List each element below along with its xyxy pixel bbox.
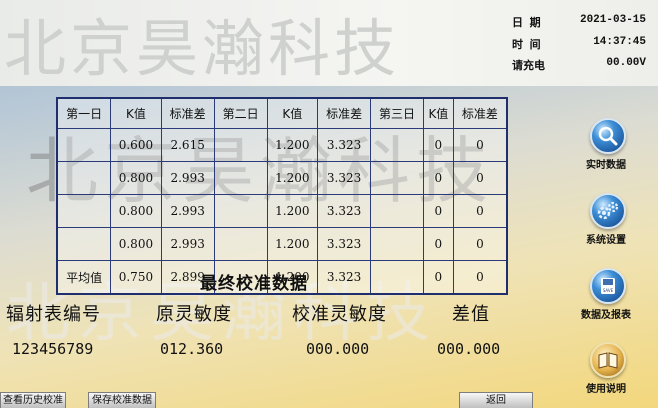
table-cell: 0 xyxy=(452,227,508,261)
save-icon: SAVE xyxy=(590,268,626,304)
header-k1: K值 xyxy=(110,97,162,129)
header-std3: 标准差 xyxy=(452,97,508,129)
table-cell xyxy=(370,128,424,162)
table-cell: 0 xyxy=(422,194,454,228)
book-icon xyxy=(590,342,626,378)
battery-row: 请充电 00.00V xyxy=(512,57,652,77)
battery-value: 00.00V xyxy=(606,57,646,69)
time-value: 14:37:45 xyxy=(593,36,646,48)
battery-label: 请充电 xyxy=(512,61,545,73)
realtime-data-button[interactable]: 实时数据 xyxy=(568,118,644,180)
save-calibration-button[interactable]: 保存校准数据 xyxy=(88,392,156,408)
time-row: 时 间 14:37:45 xyxy=(512,36,652,56)
table-cell: 0 xyxy=(422,260,454,295)
table-cell xyxy=(56,227,112,261)
table-row: 0.800 2.993 1.200 3.323 0 0 xyxy=(56,227,508,261)
header-std2: 标准差 xyxy=(317,97,372,129)
table-cell xyxy=(56,128,112,162)
table-cell: 3.323 xyxy=(317,227,372,261)
table-cell xyxy=(213,161,268,195)
header-day1: 第一日 xyxy=(56,97,112,129)
difference-heading: 差值 xyxy=(452,304,490,325)
table-cell: 0 xyxy=(452,161,508,195)
header-day3: 第三日 xyxy=(370,97,424,129)
system-settings-button[interactable]: 系统设置 xyxy=(568,193,644,255)
table-cell: 2.993 xyxy=(160,227,215,261)
table-cell xyxy=(370,161,424,195)
calibrated-sensitivity-value: 000.000 xyxy=(306,340,370,358)
app-screen: 北京昊瀚科技 日 期 2021-03-15 时 间 14:37:45 请充电 0… xyxy=(0,0,658,408)
table-cell: 3.323 xyxy=(317,194,372,228)
table-row: 0.800 2.993 1.200 3.323 0 0 xyxy=(56,194,508,228)
original-sensitivity-value: 012.360 xyxy=(160,340,224,358)
table-cell: 0.600 xyxy=(110,128,162,162)
table-cell xyxy=(213,128,268,162)
header-k2: K值 xyxy=(266,97,319,129)
date-label: 日 期 xyxy=(512,18,541,30)
header-bar: 北京昊瀚科技 日 期 2021-03-15 时 间 14:37:45 请充电 0… xyxy=(0,0,658,86)
time-label: 时 间 xyxy=(512,40,541,52)
header-k3: K值 xyxy=(422,97,454,129)
header-day2: 第二日 xyxy=(213,97,268,129)
table-cell: 3.323 xyxy=(317,128,372,162)
table-cell: 0.750 xyxy=(110,260,162,295)
magnifier-icon xyxy=(590,118,626,154)
table-header-row: 第一日 K值 标准差 第二日 K值 标准差 第三日 K值 标准差 xyxy=(56,97,508,129)
table-cell: 1.200 xyxy=(266,128,319,162)
table-cell xyxy=(56,194,112,228)
table-cell: 2.993 xyxy=(160,161,215,195)
table-cell: 1.200 xyxy=(266,194,319,228)
table-cell: 3.323 xyxy=(317,260,372,295)
table-cell: 0 xyxy=(422,161,454,195)
table-cell: 1.200 xyxy=(266,227,319,261)
data-report-label: 数据及报表 xyxy=(581,310,631,321)
date-row: 日 期 2021-03-15 xyxy=(512,14,652,34)
table-cell: 0 xyxy=(422,227,454,261)
table-cell: 0 xyxy=(422,128,454,162)
table-row: 0.800 2.993 1.200 3.323 0 0 xyxy=(56,161,508,195)
difference-value: 000.000 xyxy=(437,340,501,358)
table-cell: 1.200 xyxy=(266,161,319,195)
date-value: 2021-03-15 xyxy=(579,14,646,26)
table-row: 0.600 2.615 1.200 3.323 0 0 xyxy=(56,128,508,162)
table-cell xyxy=(370,227,424,261)
table-cell: 0.800 xyxy=(110,161,162,195)
table-cell: 平均值 xyxy=(56,260,112,295)
header-std1: 标准差 xyxy=(160,97,215,129)
realtime-data-label: 实时数据 xyxy=(586,160,626,171)
original-sensitivity-heading: 原灵敏度 xyxy=(156,304,232,325)
table-cell: 0 xyxy=(452,128,508,162)
system-settings-label: 系统设置 xyxy=(586,235,626,246)
calibration-table: 第一日 K值 标准差 第二日 K值 标准差 第三日 K值 标准差 0.600 2… xyxy=(56,97,508,295)
table-cell: 2.993 xyxy=(160,194,215,228)
table-cell xyxy=(370,260,424,295)
table-cell: 0.800 xyxy=(110,194,162,228)
table-cell xyxy=(370,194,424,228)
final-data-title: 最终校准数据 xyxy=(200,274,308,294)
data-report-button[interactable]: SAVE 数据及报表 xyxy=(568,268,644,330)
table-cell: 2.615 xyxy=(160,128,215,162)
table-cell xyxy=(213,227,268,261)
table-cell xyxy=(213,194,268,228)
meter-id-heading: 辐射表编号 xyxy=(6,304,101,325)
table-cell: 0 xyxy=(452,194,508,228)
user-manual-label: 使用说明 xyxy=(586,384,626,395)
table-cell xyxy=(56,161,112,195)
view-history-button[interactable]: 查看历史校准 xyxy=(0,392,66,408)
gears-icon xyxy=(590,193,626,229)
header-watermark: 北京昊瀚科技 xyxy=(4,12,401,85)
table-cell: 0.800 xyxy=(110,227,162,261)
calibrated-sensitivity-heading: 校准灵敏度 xyxy=(292,304,387,325)
meter-id-value: 123456789 xyxy=(12,340,94,358)
user-manual-button[interactable]: 使用说明 xyxy=(568,342,644,404)
save-icon-text: SAVE xyxy=(603,288,614,293)
table-cell: 0 xyxy=(452,260,508,295)
back-button[interactable]: 返回 xyxy=(459,392,533,408)
table-cell: 3.323 xyxy=(317,161,372,195)
